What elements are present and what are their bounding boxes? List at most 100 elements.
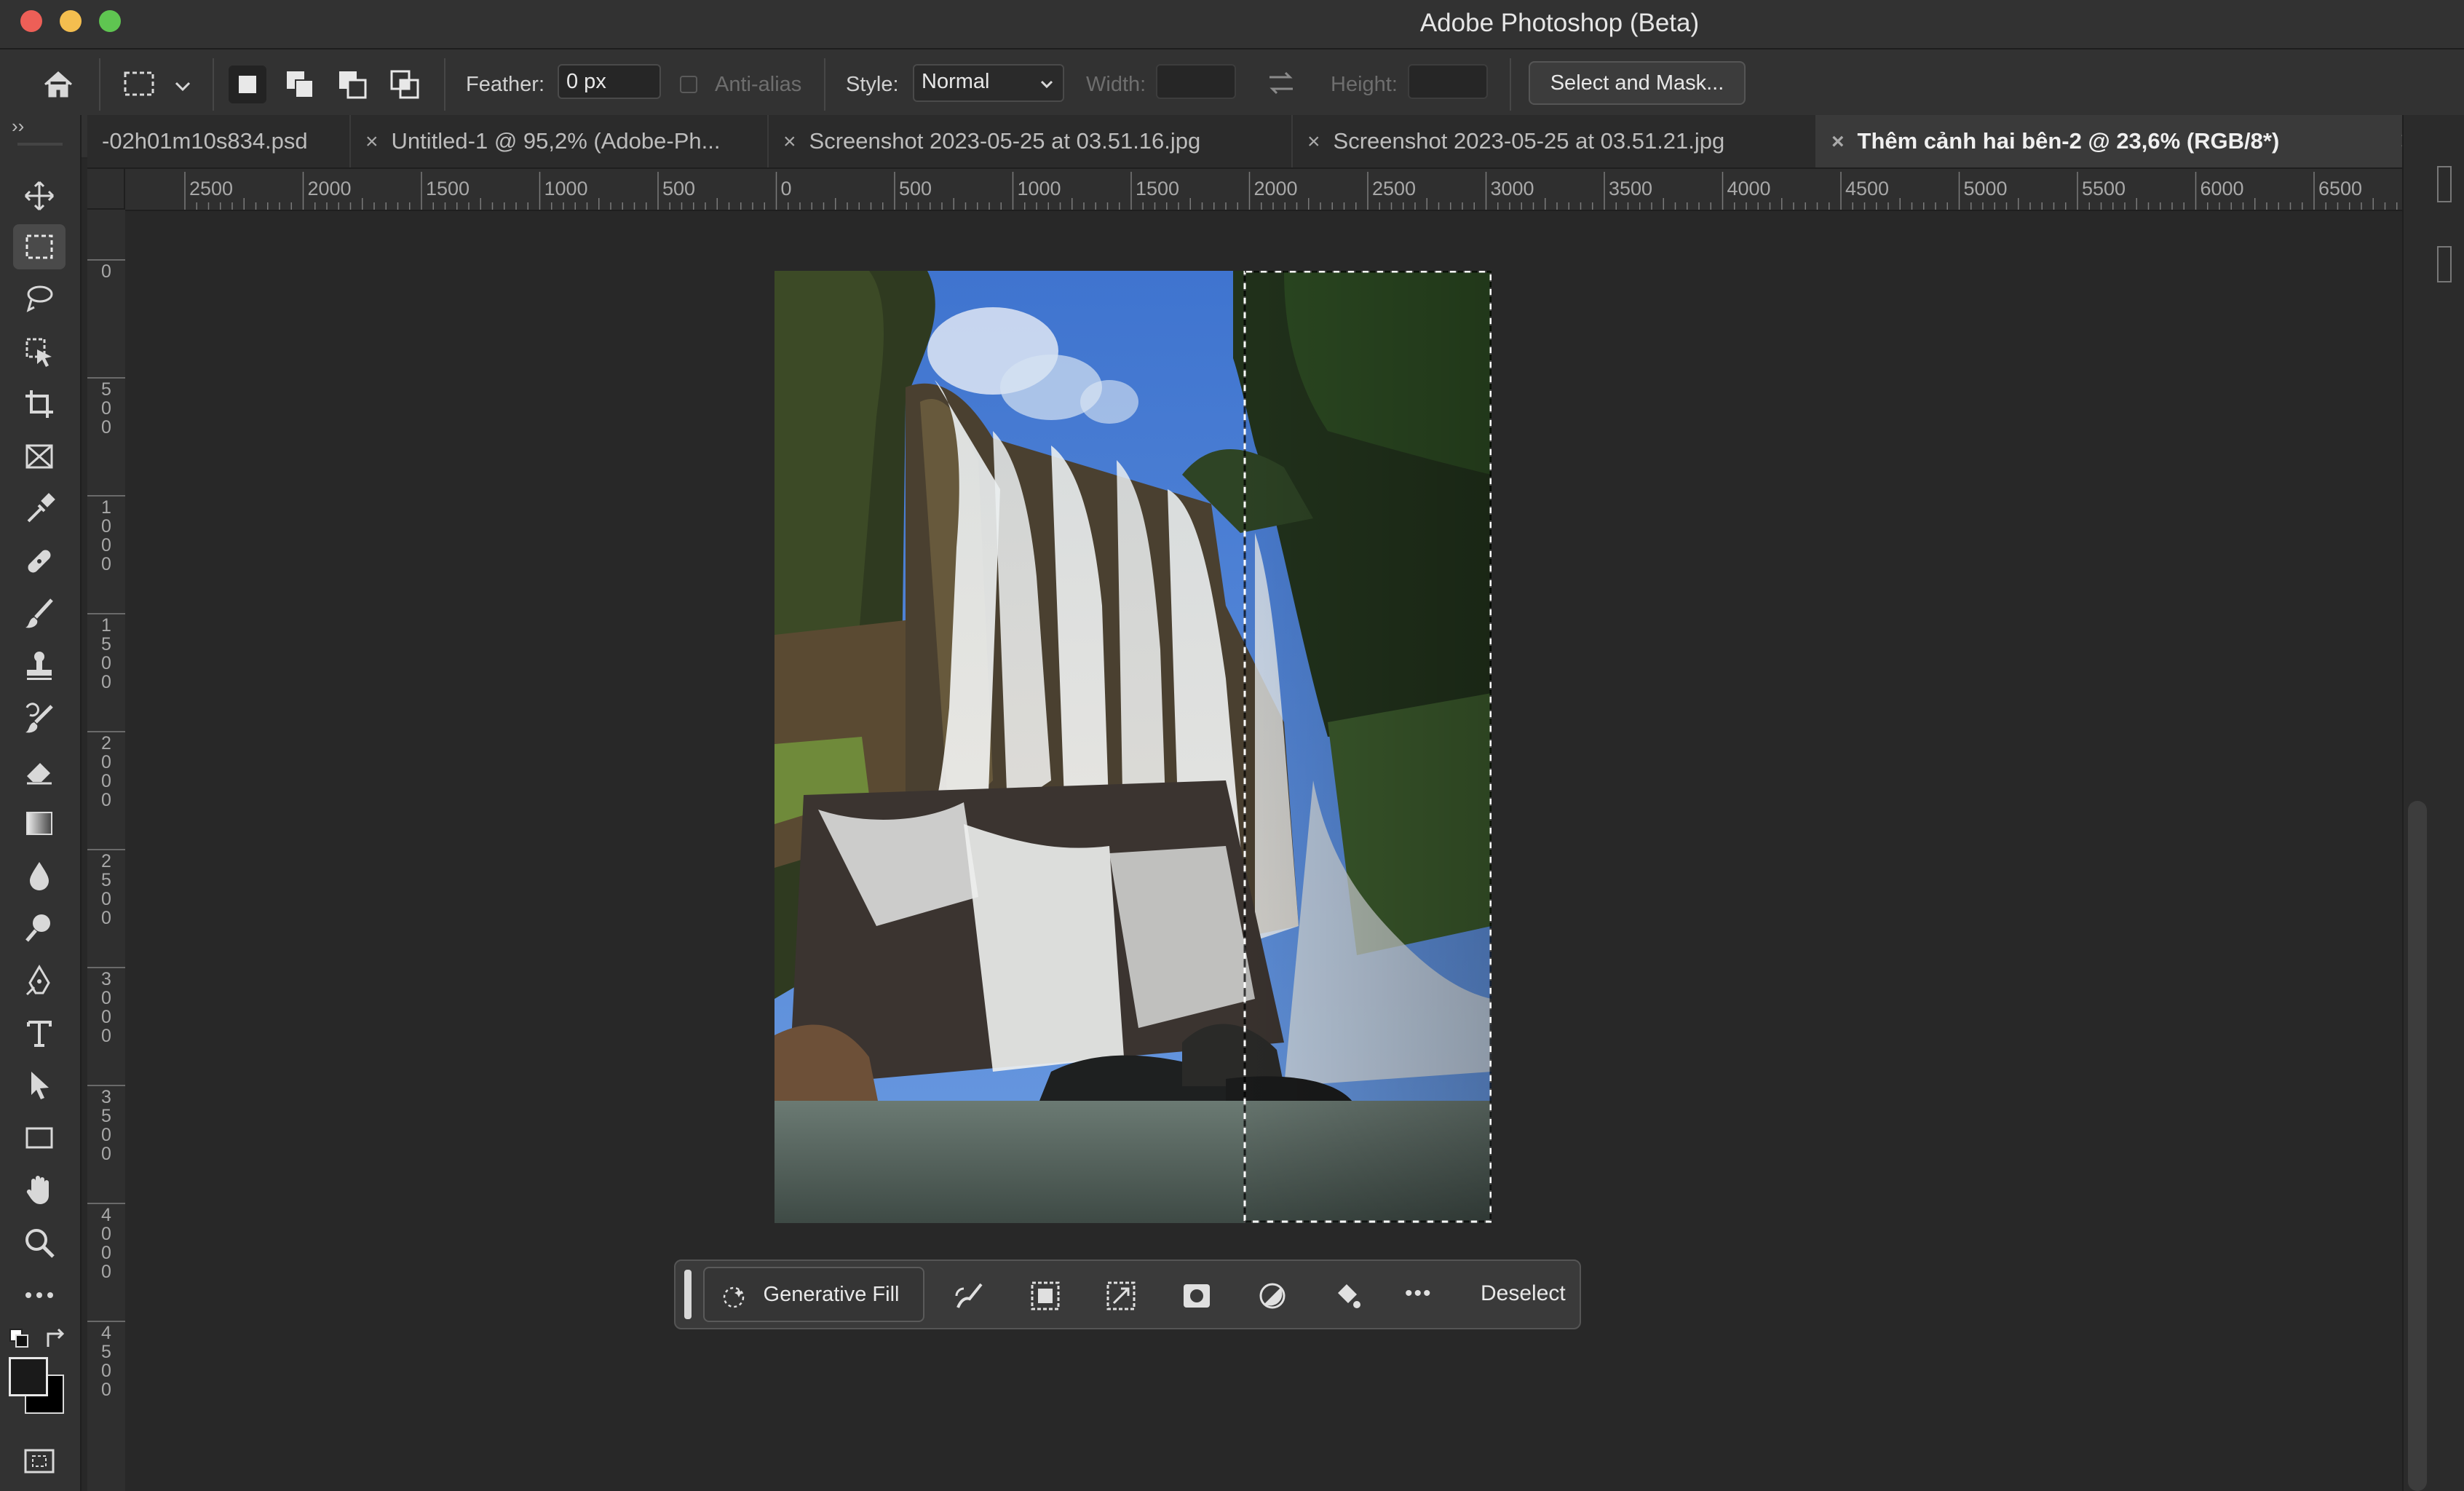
- rectangle-tool-icon[interactable]: [13, 1115, 66, 1160]
- tab-document-4[interactable]: × Screenshot 2023-05-25 at 03.51.21.jpg: [1293, 115, 1817, 167]
- swap-icon[interactable]: [1265, 67, 1297, 99]
- frame-tool-icon[interactable]: [13, 434, 66, 479]
- gradient-tool-icon[interactable]: [13, 801, 66, 846]
- ruler-tick-mark: [87, 849, 125, 850]
- tab-close-icon[interactable]: ×: [1831, 130, 1845, 154]
- width-input[interactable]: [1156, 64, 1236, 99]
- dodge-tool-icon[interactable]: [13, 906, 66, 951]
- tab-document-1[interactable]: -02h01m10s834.psd: [87, 115, 351, 167]
- panel-icon[interactable]: [2437, 246, 2452, 282]
- panel-collapse-icon[interactable]: ››: [12, 115, 24, 138]
- move-tool-icon[interactable]: [13, 173, 66, 218]
- blur-tool-icon[interactable]: [13, 853, 66, 898]
- lasso-tool-icon[interactable]: [13, 277, 66, 322]
- width-label: Width:: [1086, 73, 1146, 96]
- home-icon[interactable]: [38, 64, 79, 105]
- tools-panel: ››: [0, 115, 82, 1491]
- ruler-tick-mark: [87, 613, 125, 614]
- horizontal-ruler: 2500 2000 1500 1000 500 0 500 1000 1500 2000 2500 3…: [87, 169, 2402, 211]
- tab-document-2[interactable]: × Untitled-1 @ 95,2% (Adobe-Ph...: [351, 115, 769, 167]
- tab-close-icon[interactable]: ×: [1307, 130, 1320, 154]
- zoom-tool-icon[interactable]: [13, 1220, 66, 1265]
- drag-handle[interactable]: [684, 1270, 692, 1319]
- ruler-tick-label: 3000: [101, 969, 111, 1046]
- feather-input[interactable]: 0 px: [558, 64, 661, 99]
- tab-document-5-active[interactable]: × Thêm cảnh hai bên-2 @ 23,6% (RGB/8*): [1817, 115, 2441, 167]
- ruler-tick-label: 5000: [1964, 178, 2008, 199]
- tab-label: -02h01m10s834.psd: [102, 128, 308, 154]
- ruler-tick-label: 500: [899, 178, 932, 199]
- history-brush-tool-icon[interactable]: [13, 696, 66, 741]
- brush-tool-icon[interactable]: [13, 591, 66, 636]
- chevron-down-icon[interactable]: [172, 76, 194, 98]
- panel-icon[interactable]: [2437, 166, 2452, 202]
- contextual-task-bar: Generative Fill ••• Deselect: [674, 1259, 1581, 1329]
- select-subject-icon[interactable]: [1026, 1277, 1064, 1315]
- foreground-color-swatch[interactable]: [9, 1357, 48, 1396]
- intersect-selection-mode-button[interactable]: [386, 66, 424, 103]
- vertical-scrollbar[interactable]: [2408, 801, 2427, 1491]
- ruler-tick-label: 5500: [2082, 178, 2126, 199]
- generative-fill-icon: [723, 1286, 745, 1308]
- ruler-tick-label: 0: [101, 261, 111, 282]
- quick-mask-icon[interactable]: [13, 1439, 66, 1484]
- document-image[interactable]: [775, 271, 1492, 1223]
- ruler-tick-label: 500: [101, 379, 111, 438]
- deselect-button[interactable]: Deselect: [1481, 1281, 1566, 1306]
- style-select[interactable]: Normal: [913, 64, 1064, 102]
- add-selection-mode-button[interactable]: [281, 66, 319, 103]
- pen-tool-icon[interactable]: [13, 958, 66, 1003]
- ruler-tick-mark: [87, 731, 125, 732]
- height-input[interactable]: [1408, 64, 1488, 99]
- eyedropper-tool-icon[interactable]: [13, 486, 66, 531]
- adjustment-layer-icon[interactable]: [1253, 1277, 1291, 1315]
- object-selection-tool-icon[interactable]: [13, 329, 66, 374]
- eraser-tool-icon[interactable]: [13, 748, 66, 794]
- path-selection-tool-icon[interactable]: [13, 1063, 66, 1108]
- ruler-origin[interactable]: [87, 169, 125, 210]
- create-mask-icon[interactable]: [1178, 1277, 1216, 1315]
- subtract-selection-mode-button[interactable]: [333, 66, 371, 103]
- anti-alias-label: Anti-alias: [715, 73, 802, 96]
- more-options-icon[interactable]: •••: [1405, 1281, 1433, 1306]
- hand-tool-icon[interactable]: [13, 1168, 66, 1213]
- clone-stamp-tool-icon[interactable]: [13, 644, 66, 689]
- ruler-tick-label: 1500: [426, 178, 470, 199]
- style-select-value: Normal: [922, 70, 990, 93]
- tab-label: Thêm cảnh hai bên-2 @ 23,6% (RGB/8*): [1857, 128, 2280, 154]
- rectangular-marquee-tool-icon[interactable]: [13, 224, 66, 269]
- marquee-preset-icon[interactable]: [121, 66, 159, 103]
- ruler-tick-label: 2500: [101, 851, 111, 928]
- tab-close-icon[interactable]: ×: [783, 130, 796, 154]
- new-selection-mode-button[interactable]: [229, 66, 266, 103]
- ruler-tick-label: 500: [662, 178, 695, 199]
- window-title: Adobe Photoshop (Beta): [1419, 9, 1700, 37]
- generative-fill-label: Generative Fill: [763, 1283, 900, 1306]
- type-tool-icon[interactable]: [13, 1011, 66, 1056]
- modify-selection-brush-icon[interactable]: [951, 1277, 989, 1315]
- healing-brush-tool-icon[interactable]: [13, 539, 66, 584]
- more-tools-icon[interactable]: [13, 1273, 66, 1318]
- ruler-tick-label: 1000: [101, 497, 111, 574]
- ruler-tick-label: 1500: [1136, 178, 1179, 199]
- default-colors-icon[interactable]: [9, 1328, 31, 1350]
- ruler-tick-mark: [87, 377, 125, 379]
- ruler-tick-label: 1500: [101, 615, 111, 692]
- style-label: Style:: [846, 73, 899, 96]
- ruler-tick-mark: [87, 967, 125, 968]
- ruler-tick-mark: [87, 1321, 125, 1322]
- select-and-mask-button[interactable]: Select and Mask...: [1529, 61, 1746, 105]
- fill-selection-icon[interactable]: [1329, 1277, 1367, 1315]
- swap-colors-icon[interactable]: [44, 1326, 68, 1351]
- tab-document-3[interactable]: × Screenshot 2023-05-25 at 03.51.16.jpg: [769, 115, 1293, 167]
- ruler-tick-label: 4500: [1845, 178, 1889, 199]
- tab-label: Screenshot 2023-05-25 at 03.51.16.jpg: [809, 128, 1201, 154]
- ruler-tick-label: 3000: [1491, 178, 1534, 199]
- ruler-tick-label: 2000: [101, 733, 111, 810]
- tab-close-icon[interactable]: ×: [365, 130, 379, 154]
- generative-fill-button[interactable]: Generative Fill: [703, 1267, 924, 1322]
- ruler-tick-label: 2000: [1254, 178, 1298, 199]
- crop-tool-icon[interactable]: [13, 381, 66, 427]
- anti-alias-checkbox[interactable]: [680, 76, 697, 93]
- transform-selection-icon[interactable]: [1102, 1277, 1140, 1315]
